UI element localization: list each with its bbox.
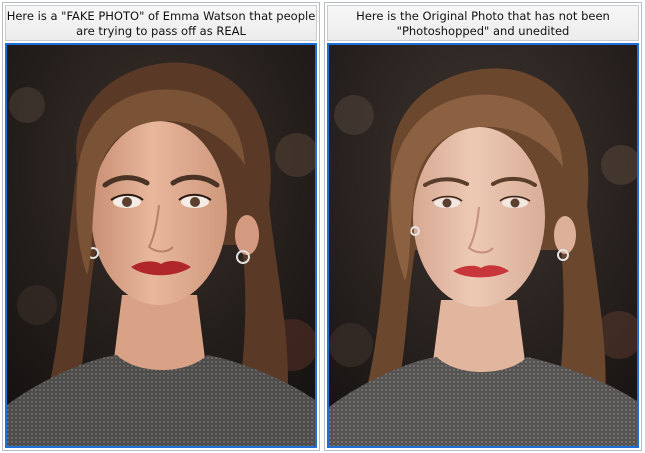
original-photo-frame	[327, 43, 639, 448]
fake-photo-frame	[5, 43, 317, 448]
original-photo-caption: Here is the Original Photo that has not …	[327, 5, 639, 41]
comparison-page: Here is a "FAKE PHOTO" of Emma Watson th…	[0, 0, 645, 453]
fake-photo-panel: Here is a "FAKE PHOTO" of Emma Watson th…	[2, 2, 320, 451]
original-photo-image	[329, 45, 637, 446]
original-photo-panel: Here is the Original Photo that has not …	[324, 2, 642, 451]
fake-photo-caption: Here is a "FAKE PHOTO" of Emma Watson th…	[5, 5, 317, 41]
fake-photo-image	[7, 45, 315, 446]
